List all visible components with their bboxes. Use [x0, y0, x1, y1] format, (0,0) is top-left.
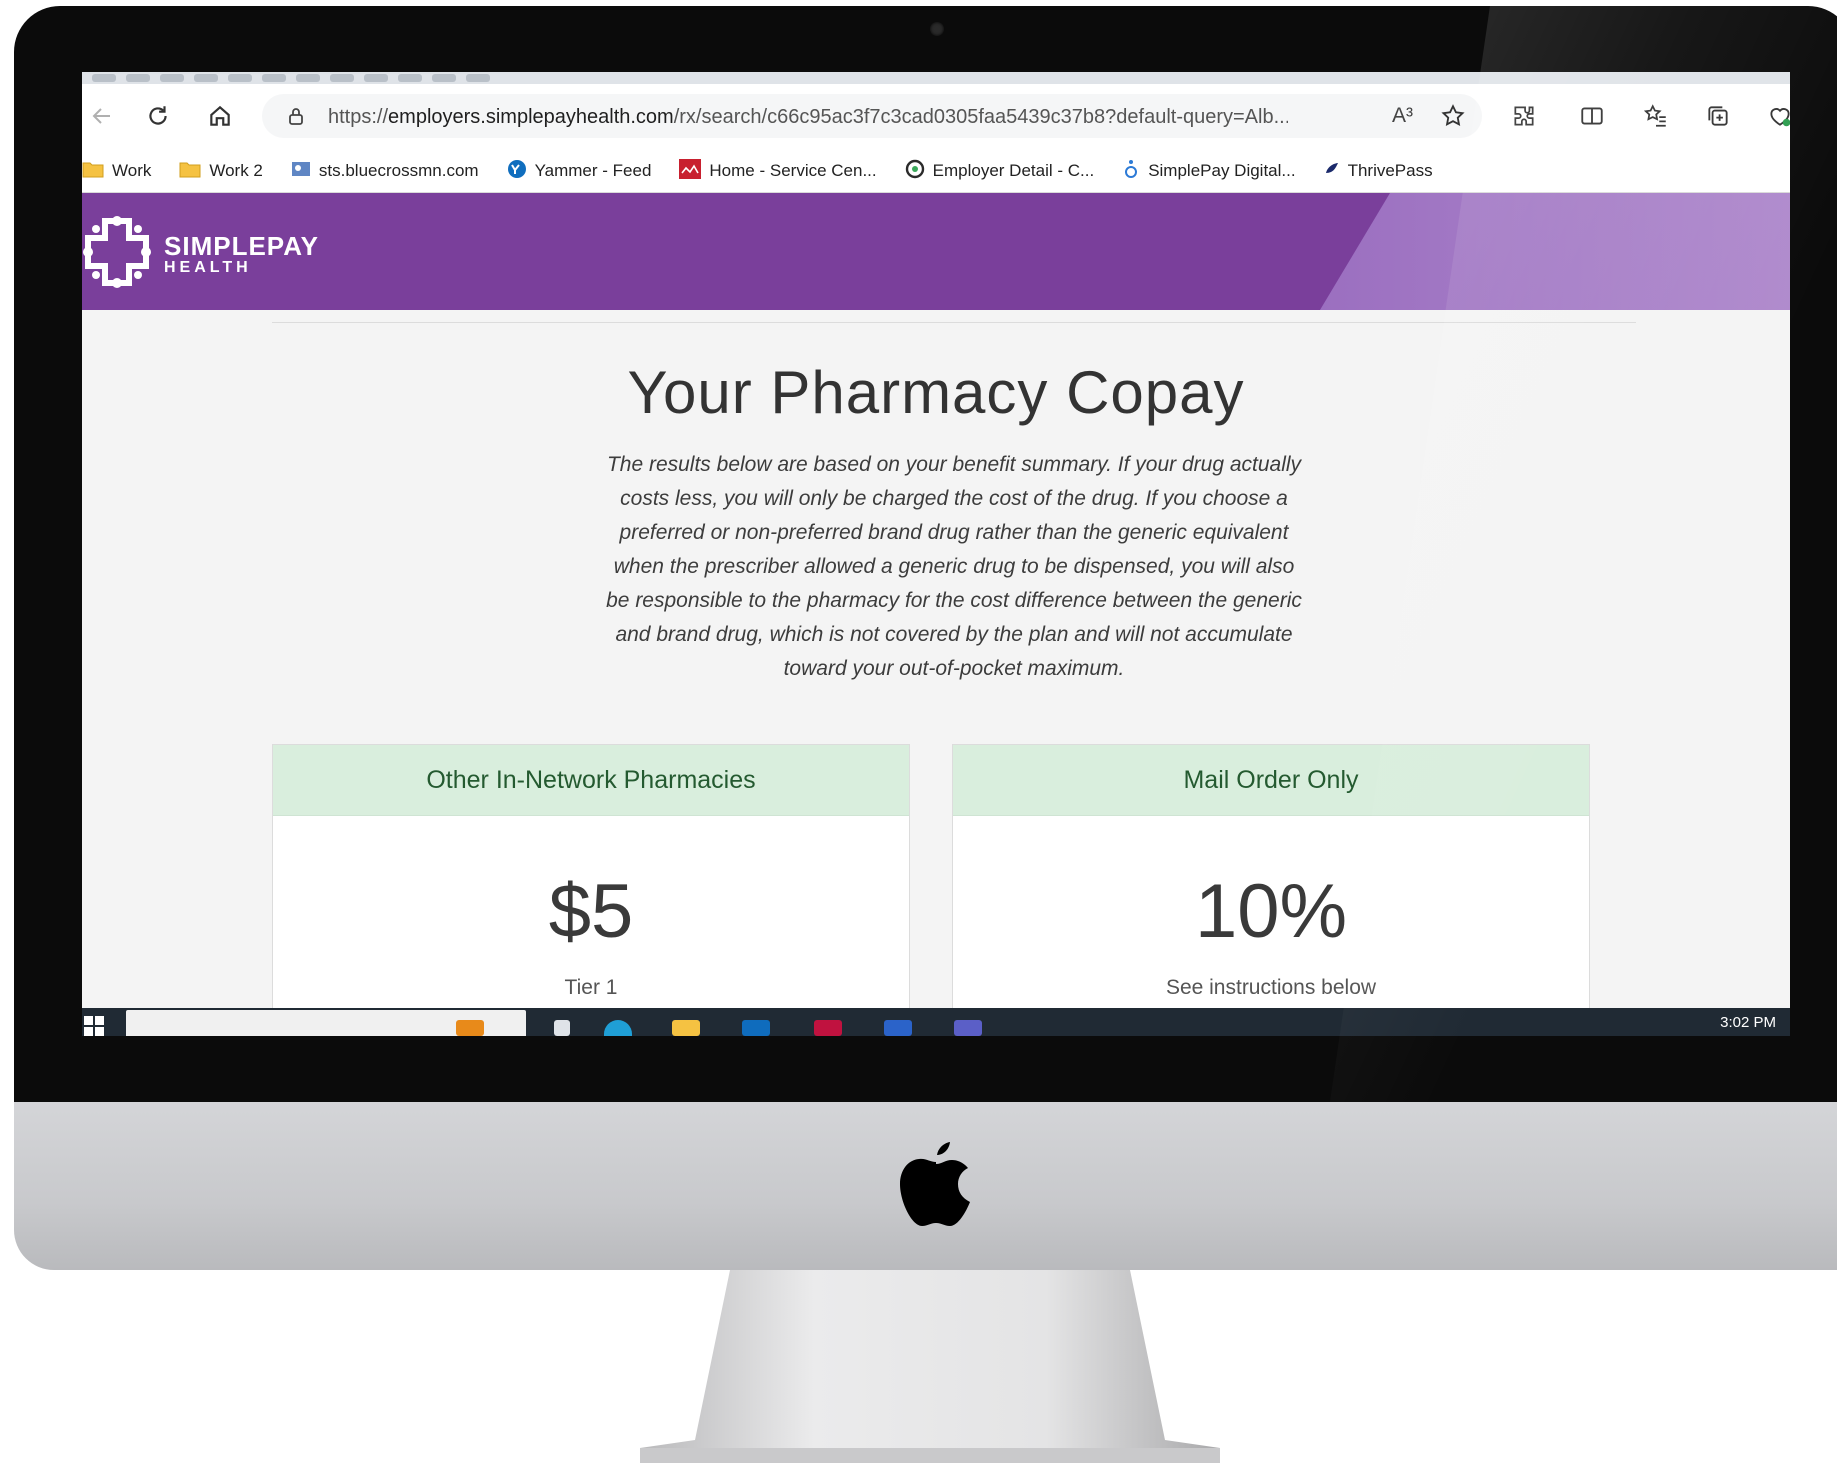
- edge-browser-icon[interactable]: [604, 1020, 632, 1036]
- bookmark-sts-bluecrossmn[interactable]: sts.bluecrossmn.com: [291, 160, 479, 183]
- copay-card-in-network: Other In-Network Pharmacies $5 Tier 1: [272, 744, 910, 1036]
- copay-card-mail-order: Mail Order Only 10% See instructions bel…: [952, 744, 1590, 1036]
- simplepay-logo[interactable]: SIMPLEPAY HEALTH: [82, 215, 319, 294]
- copay-amount: $5: [548, 869, 634, 954]
- service-icon: [679, 158, 702, 184]
- bookmark-work-2[interactable]: Work 2: [179, 160, 263, 183]
- favorite-star-icon[interactable]: [1440, 103, 1466, 134]
- benefit-disclaimer: The results below are based on your bene…: [606, 453, 1302, 680]
- folder-icon: [179, 160, 201, 183]
- bookmarks-bar: Work Work 2 sts.bluecrossmn.com Yammer -…: [82, 150, 1790, 193]
- word-icon[interactable]: [884, 1020, 912, 1036]
- taskbar-app-icon[interactable]: [456, 1020, 484, 1036]
- header-decoration: [1320, 193, 1790, 310]
- browser-toolbar: https://employers.simplepayhealth.com/rx…: [82, 84, 1790, 150]
- refresh-icon[interactable]: [140, 98, 176, 134]
- page-title: Your Pharmacy Copay: [627, 359, 1245, 426]
- thrivepass-icon: [1324, 161, 1340, 182]
- main-content: Your Pharmacy Copay The results below ar…: [82, 310, 1790, 1036]
- bookmark-service-center[interactable]: Home - Service Cen...: [679, 158, 877, 184]
- favorites-icon[interactable]: [1638, 98, 1674, 134]
- read-aloud-icon[interactable]: A³: [1392, 104, 1413, 128]
- apple-logo-icon: [900, 1142, 970, 1226]
- collections-icon[interactable]: [1700, 98, 1736, 134]
- task-view-icon[interactable]: [554, 1020, 570, 1036]
- bookmark-simplepay-digital[interactable]: SimplePay Digital...: [1122, 159, 1296, 184]
- accessibility-icon: [1122, 159, 1140, 184]
- file-explorer-icon[interactable]: [672, 1020, 700, 1036]
- brand-subtitle: HEALTH: [164, 258, 252, 276]
- browser-screen: https://employers.simplepayhealth.com/rx…: [82, 72, 1790, 1036]
- copay-instructions: See instructions below: [1165, 976, 1377, 999]
- split-screen-icon[interactable]: [1574, 98, 1610, 134]
- divider: [272, 322, 1636, 323]
- card-heading: Other In-Network Pharmacies: [273, 745, 909, 816]
- extensions-icon[interactable]: [1506, 98, 1542, 134]
- bookmark-yammer[interactable]: Yammer - Feed: [507, 159, 651, 184]
- yammer-icon: [507, 159, 527, 184]
- outlook-icon[interactable]: [742, 1020, 770, 1036]
- bookmark-thrivepass[interactable]: ThrivePass: [1324, 161, 1433, 182]
- windows-start-icon[interactable]: [84, 1016, 104, 1036]
- imac-stand: [640, 1270, 1220, 1463]
- site-icon: [291, 160, 311, 183]
- card-heading: Mail Order Only: [953, 745, 1589, 816]
- simplepay-logo-icon: [82, 215, 152, 294]
- back-icon[interactable]: [84, 98, 120, 134]
- bookmark-employer-detail[interactable]: Employer Detail - C...: [905, 159, 1094, 184]
- site-header: SIMPLEPAY HEALTH: [82, 193, 1790, 310]
- copay-amount: 10%: [1194, 869, 1348, 954]
- brand-name: SIMPLEPAY: [164, 230, 319, 261]
- bookmark-work[interactable]: Work: [82, 160, 151, 183]
- url-text[interactable]: https://employers.simplepayhealth.com/rx…: [328, 106, 1288, 129]
- lock-icon[interactable]: [286, 106, 306, 131]
- home-icon[interactable]: [202, 98, 238, 134]
- windows-taskbar: 3:02 PM: [82, 1008, 1790, 1036]
- address-bar[interactable]: https://employers.simplepayhealth.com/rx…: [262, 94, 1482, 138]
- copay-tier: Tier 1: [564, 976, 618, 999]
- camera-icon: [930, 22, 944, 36]
- browser-essentials-icon[interactable]: [1762, 98, 1790, 134]
- teams-icon[interactable]: [954, 1020, 982, 1036]
- folder-icon: [82, 160, 104, 183]
- indesign-icon[interactable]: [814, 1020, 842, 1036]
- taskbar-clock[interactable]: 3:02 PM: [1720, 1014, 1776, 1031]
- tab-strip[interactable]: [82, 72, 1790, 84]
- c-icon: [905, 159, 925, 184]
